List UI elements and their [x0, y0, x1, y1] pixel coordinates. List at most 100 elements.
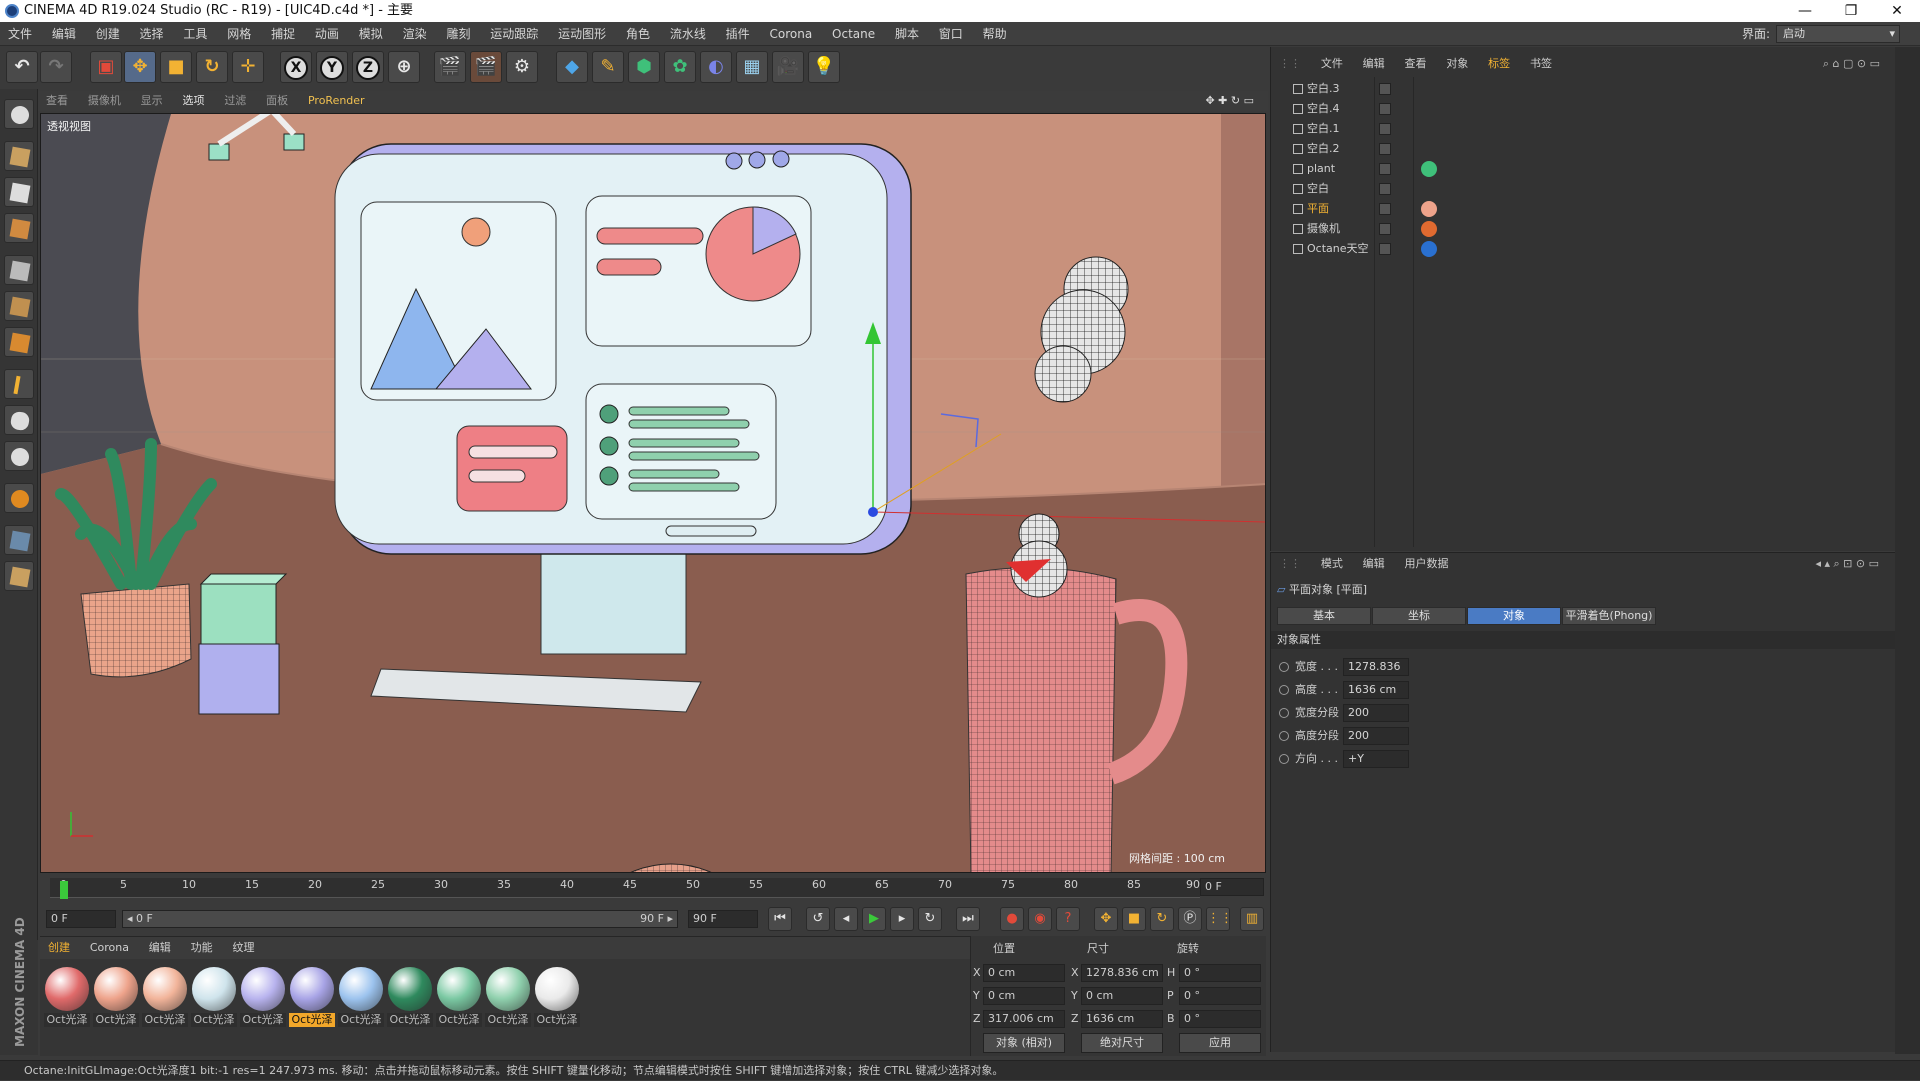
attribute-value-field[interactable]: 200	[1343, 727, 1409, 745]
material-menu-edit[interactable]: 编辑	[141, 937, 179, 959]
viewport-menu-view[interactable]: 查看	[38, 91, 76, 111]
attribute-value-field[interactable]: 1278.836	[1343, 658, 1409, 676]
key-rotation-icon[interactable]: ↻	[1150, 907, 1174, 931]
material-swatch[interactable]: Oct光泽	[436, 967, 482, 1029]
material-tag-icon[interactable]	[1421, 201, 1437, 217]
object-row[interactable]: 空白.1	[1271, 119, 1896, 139]
next-frame-icon[interactable]: ▸	[890, 907, 914, 931]
menu-help[interactable]: 帮助	[975, 22, 1015, 46]
key-position-icon[interactable]: ✥	[1094, 907, 1118, 931]
menu-mesh[interactable]: 网格	[219, 22, 259, 46]
menu-plugins[interactable]: 插件	[718, 22, 758, 46]
material-swatch[interactable]: Oct光泽	[338, 967, 384, 1029]
viewport-nav-icons[interactable]: ✥ ✚ ↻ ▭	[1197, 91, 1262, 111]
animate-toggle-icon[interactable]	[1279, 708, 1289, 718]
material-swatch[interactable]: Oct光泽	[485, 967, 531, 1029]
coordinate-system-icon[interactable]: ⊕	[388, 51, 420, 83]
live-selection-icon[interactable]: ▣	[90, 51, 122, 83]
pos-x-field[interactable]: 0 cm	[983, 964, 1065, 982]
object-row[interactable]: 空白.3	[1271, 79, 1896, 99]
record-keys-icon[interactable]: ●	[1000, 907, 1024, 931]
menu-octane[interactable]: Octane	[824, 22, 883, 46]
menu-pipeline[interactable]: 流水线	[662, 22, 714, 46]
layer-toggle-icon[interactable]	[1379, 103, 1391, 115]
size-mode-dropdown[interactable]: 绝对尺寸	[1081, 1033, 1163, 1053]
next-key-icon[interactable]: ↻	[918, 907, 942, 931]
snapping-icon[interactable]	[4, 441, 34, 471]
rotate-tool-icon[interactable]: ↻	[196, 51, 228, 83]
redo-icon[interactable]: ↷	[40, 51, 72, 83]
play-icon[interactable]: ▶	[862, 907, 886, 931]
material-menu-corona[interactable]: Corona	[82, 937, 137, 959]
timeline[interactable]: 0 5 10 15 20 25 30 35 40 45 50 55 60 65 …	[40, 874, 1266, 902]
menu-edit[interactable]: 编辑	[44, 22, 84, 46]
axis-mode-icon[interactable]	[4, 369, 34, 399]
menu-render[interactable]: 渲染	[395, 22, 435, 46]
render-to-picture-viewer-icon[interactable]: 🎬	[470, 51, 502, 83]
viewport-menu-cameras[interactable]: 摄像机	[80, 91, 129, 111]
render-view-icon[interactable]: 🎬	[434, 51, 466, 83]
size-x-field[interactable]: 1278.836 cm	[1081, 964, 1163, 982]
menu-animate[interactable]: 动画	[307, 22, 347, 46]
animate-toggle-icon[interactable]	[1279, 731, 1289, 741]
menu-corona[interactable]: Corona	[762, 22, 821, 46]
scale-tool-icon[interactable]: ■	[160, 51, 192, 83]
menu-select[interactable]: 选择	[132, 22, 172, 46]
menu-tools[interactable]: 工具	[175, 22, 215, 46]
last-tool-icon[interactable]: ✛	[232, 51, 264, 83]
layer-toggle-icon[interactable]	[1379, 143, 1391, 155]
locked-workplane-icon[interactable]	[4, 525, 34, 555]
planar-workplane-icon[interactable]	[4, 561, 34, 591]
render-settings-icon[interactable]: ⚙	[506, 51, 538, 83]
obj-menu-tags[interactable]: 标签	[1480, 53, 1518, 75]
previous-frame-icon[interactable]: ◂	[834, 907, 858, 931]
layer-toggle-icon[interactable]	[1379, 163, 1391, 175]
perspective-viewport[interactable]: 透视视图 网格间距 : 100 cm	[40, 113, 1266, 873]
frame-range-slider[interactable]: ◂ 0 F 90 F ▸	[122, 910, 678, 928]
minimize-button[interactable]: —	[1782, 0, 1828, 22]
menu-window[interactable]: 窗口	[931, 22, 971, 46]
pos-y-field[interactable]: 0 cm	[983, 987, 1065, 1005]
pen-spline-icon[interactable]: ✎	[592, 51, 624, 83]
current-frame-field[interactable]: 0 F	[1200, 878, 1264, 896]
layer-toggle-icon[interactable]	[1379, 223, 1391, 235]
restore-button[interactable]: ❐	[1828, 0, 1874, 22]
object-row[interactable]: 空白	[1271, 179, 1896, 199]
object-row[interactable]: 空白.2	[1271, 139, 1896, 159]
animate-toggle-icon[interactable]	[1279, 685, 1289, 695]
material-swatch[interactable]: Oct光泽	[93, 967, 139, 1029]
attr-nav-icons[interactable]: ◂ ▴ ⌕ ⊡ ⊙ ▭	[1807, 553, 1887, 575]
material-menu-create[interactable]: 创建	[40, 937, 78, 959]
attr-menu-user-data[interactable]: 用户数据	[1396, 553, 1456, 575]
material-menu-function[interactable]: 功能	[183, 937, 221, 959]
cloner-icon[interactable]: ✿	[664, 51, 696, 83]
rot-b-field[interactable]: 0 °	[1179, 1010, 1261, 1028]
material-swatch[interactable]: Oct光泽	[387, 967, 433, 1029]
viewport-menu-filter[interactable]: 过滤	[216, 91, 254, 111]
size-y-field[interactable]: 0 cm	[1081, 987, 1163, 1005]
x-axis-lock-button[interactable]: X	[280, 51, 312, 83]
viewport-menu-display[interactable]: 显示	[133, 91, 171, 111]
obj-menu-file[interactable]: 文件	[1313, 53, 1351, 75]
timeline-ruler[interactable]: 0 5 10 15 20 25 30 35 40 45 50 55 60 65 …	[50, 878, 1200, 899]
camera-icon[interactable]: 🎥	[772, 51, 804, 83]
octane-live-viewer-icon[interactable]	[4, 99, 34, 129]
cube-object-icon[interactable]: ◆	[556, 51, 588, 83]
move-tool-icon[interactable]: ✥	[124, 51, 156, 83]
rot-p-field[interactable]: 0 °	[1179, 987, 1261, 1005]
light-icon[interactable]: 💡	[808, 51, 840, 83]
key-scale-icon[interactable]: ■	[1122, 907, 1146, 931]
polygons-mode-icon[interactable]	[4, 327, 34, 357]
layer-toggle-icon[interactable]	[1379, 183, 1391, 195]
menu-script[interactable]: 脚本	[887, 22, 927, 46]
rot-h-field[interactable]: 0 °	[1179, 964, 1261, 982]
material-swatch[interactable]: Oct光泽	[534, 967, 580, 1029]
size-z-field[interactable]: 1636 cm	[1081, 1010, 1163, 1028]
timeline-playhead[interactable]	[60, 881, 68, 899]
pos-z-field[interactable]: 317.006 cm	[983, 1010, 1065, 1028]
menu-character[interactable]: 角色	[618, 22, 658, 46]
animate-toggle-icon[interactable]	[1279, 662, 1289, 672]
obj-manager-tools-icons[interactable]: ⌕ ⌂ ▢ ⊙ ▭	[1815, 53, 1888, 75]
menu-simulate[interactable]: 模拟	[351, 22, 391, 46]
subdivision-surface-icon[interactable]: ⬢	[628, 51, 660, 83]
